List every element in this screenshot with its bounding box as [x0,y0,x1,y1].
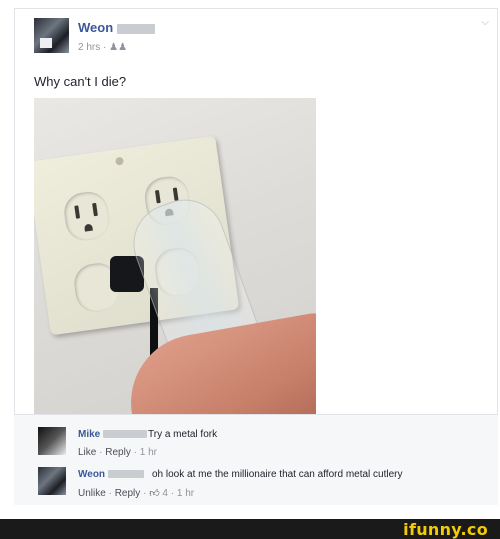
plate-screw [115,156,125,166]
comment-avatar-mike[interactable] [38,427,66,455]
comment-avatar-weon[interactable] [38,467,66,495]
outlet-left [61,189,112,244]
thumbs-up-icon: 👍︎ [149,488,160,499]
author-name[interactable]: Weon [78,20,155,35]
comment-text: oh look at me the millionaire that can a… [152,469,403,480]
meta-separator: · [103,42,107,53]
comment-actions: Like · Reply · 1 hr [78,447,157,458]
like-count[interactable]: 4 [162,488,168,499]
author-avatar[interactable] [34,18,69,53]
unlike-link[interactable]: Unlike [78,488,106,499]
redacted-surname [107,470,144,479]
reply-link[interactable]: Reply [115,488,141,499]
comment-author[interactable]: Mike [78,429,148,440]
reply-link[interactable]: Reply [105,447,131,458]
redacted-surname [103,430,148,439]
comment-author[interactable]: Weon [78,469,144,480]
post-photo[interactable] [34,98,316,416]
author-name-text[interactable]: Weon [78,20,113,35]
comment-author-text[interactable]: Weon [78,469,105,480]
friends-icon: ♟♟ [109,42,128,53]
post-meta: 2 hrs · ♟♟ [78,42,127,53]
post-text: Why can't I die? [34,74,127,89]
comment-author-text[interactable]: Mike [78,429,100,440]
post-time[interactable]: 2 hrs [78,42,100,53]
comment-text: Try a metal fork [148,429,218,440]
watermark-bar: ifunny.co [0,519,500,539]
redacted-surname [116,23,155,34]
comments-section: Mike Try a metal fork Like · Reply · 1 h… [14,414,498,505]
comment-time[interactable]: 1 hr [177,488,194,499]
comment-actions: Unlike · Reply · 👍︎ 4 · 1 hr [78,488,195,499]
comment-time[interactable]: 1 hr [140,447,157,458]
like-link[interactable]: Like [78,447,96,458]
ifunny-watermark: ifunny.co [403,520,488,539]
chevron-down-icon[interactable]: ⌵ [481,17,489,28]
